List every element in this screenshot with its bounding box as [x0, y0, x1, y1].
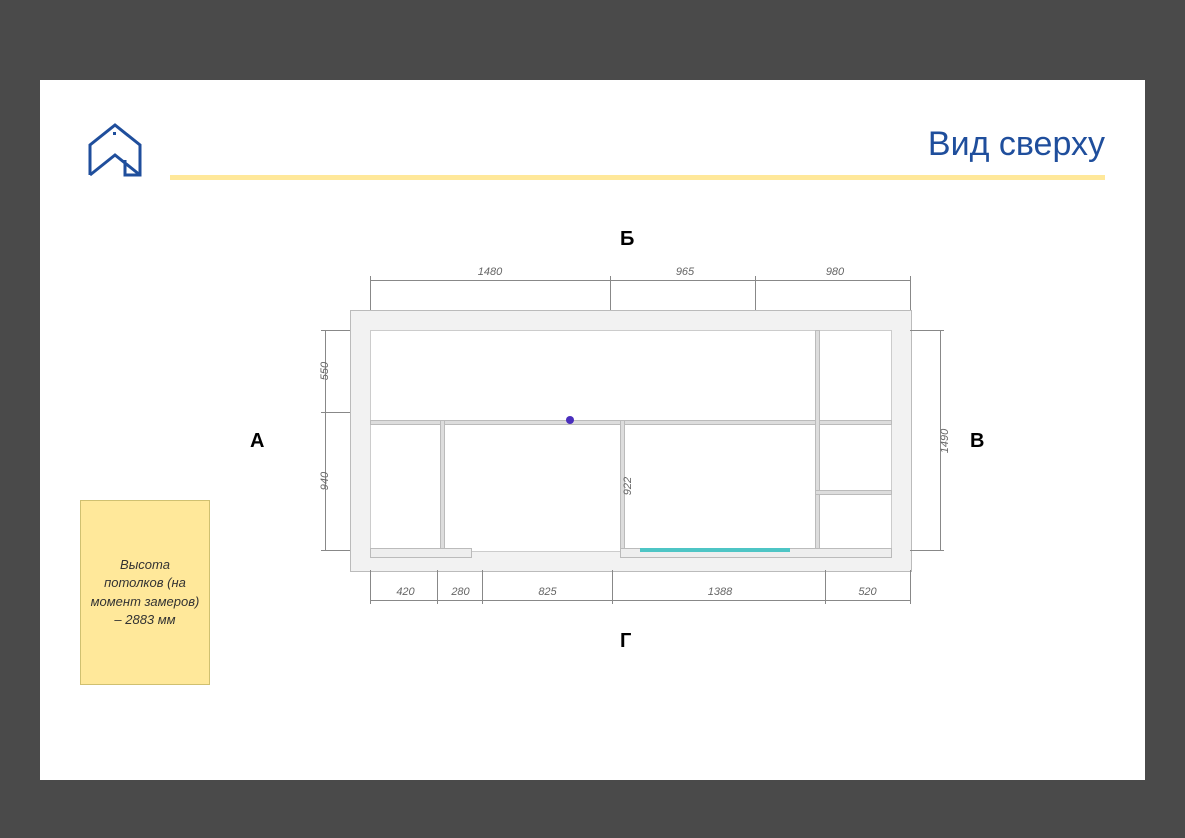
dim-top-1: 1480	[465, 266, 515, 278]
dim-bottom-4: 1388	[700, 586, 740, 598]
feature-threshold	[640, 548, 790, 552]
dim-left-2: 940	[319, 466, 331, 496]
floor-plan-drawing: А Б В Г 1480 965 980	[270, 230, 990, 650]
dim-bottom-1: 420	[388, 586, 423, 598]
partition-horizontal	[370, 420, 892, 425]
wall-label-b: Б	[620, 228, 634, 251]
wall-label-g: Г	[620, 630, 631, 653]
page-title: Вид сверху	[928, 125, 1105, 164]
dim-bottom-line	[370, 600, 910, 601]
logo-icon	[80, 115, 150, 185]
inner-room	[370, 330, 892, 552]
dim-top-3: 980	[815, 266, 855, 278]
dim-inner-922: 922	[622, 471, 634, 501]
dim-bottom-3: 825	[530, 586, 565, 598]
partition-horizontal-2	[815, 490, 892, 495]
dim-top-2: 965	[665, 266, 705, 278]
partition-vertical-1	[440, 420, 445, 552]
dim-top-line	[370, 280, 910, 281]
title-underline	[170, 175, 1105, 180]
dim-bottom-5: 520	[850, 586, 885, 598]
wall-segment-bottom-1	[370, 548, 472, 558]
partition-vertical-3	[815, 330, 820, 552]
wall-label-v: В	[970, 430, 984, 453]
dim-bottom-2: 280	[443, 586, 478, 598]
page-header: Вид сверху	[80, 115, 1105, 185]
note-text: Высота потолков (на момент замеров) – 28…	[89, 556, 201, 629]
document-page: Вид сверху Высота потолков (на момент за…	[40, 80, 1145, 780]
dim-left-1: 550	[319, 356, 331, 386]
dim-right-1: 1490	[939, 421, 951, 461]
wall-label-a: А	[250, 430, 264, 453]
reference-dot	[566, 416, 574, 424]
ceiling-height-note: Высота потолков (на момент замеров) – 28…	[80, 500, 210, 685]
